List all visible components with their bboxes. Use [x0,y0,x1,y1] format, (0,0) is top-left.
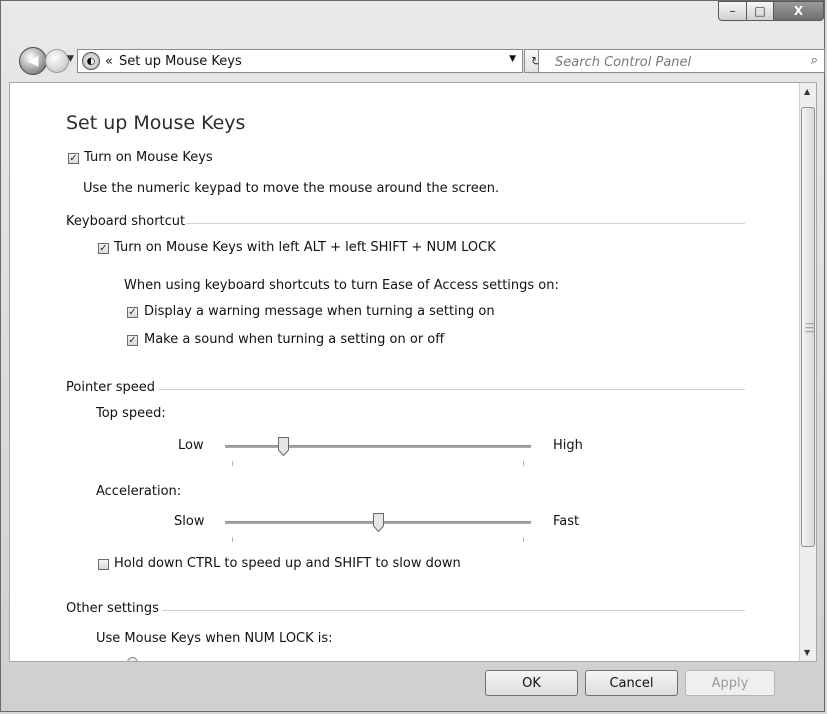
maximize-icon: □ [754,4,766,18]
apply-button[interactable]: Apply [685,670,775,696]
turn-on-mouse-keys-checkbox[interactable]: ✓ [68,153,79,164]
back-arrow-icon: ◀ [27,53,39,69]
slider-tick [232,537,233,542]
scroll-down-icon[interactable]: ▼ [804,648,810,657]
slider-thumb[interactable] [278,437,289,456]
other-settings-heading: Other settings [66,601,159,616]
recent-pages-dropdown-icon[interactable]: ▼ [67,54,74,64]
top-speed-high-label: High [553,438,583,453]
scroll-thumb[interactable]: — — — [801,107,815,547]
search-input[interactable] [553,51,797,73]
ease-of-access-intro: When using keyboard shortcuts to turn Ea… [124,278,559,293]
check-icon: ✓ [128,335,137,346]
vertical-scrollbar[interactable]: ▲ — — — ▼ [799,83,816,661]
section-divider [186,223,745,224]
slider-tick [523,537,524,542]
title-bar: – □ X [1,1,824,39]
minimize-button[interactable]: – [718,1,747,21]
warning-message-checkbox[interactable]: ✓ [127,307,138,318]
shortcut-label[interactable]: Turn on Mouse Keys with left ALT + left … [114,240,496,255]
back-button[interactable]: ◀ [19,47,47,75]
search-icon[interactable]: ⌕ [811,53,818,68]
control-panel-window: – □ X ◀ ▼ ◐ « Set up Mouse Keys ▼ ↻ ⌕ Se… [0,0,825,712]
acceleration-fast-label: Fast [553,514,580,529]
navigation-bar: ◀ ▼ ◐ « Set up Mouse Keys ▼ ↻ ⌕ [1,39,825,79]
numlock-label: Use Mouse Keys when NUM LOCK is: [96,631,333,646]
turn-on-description: Use the numeric keypad to move the mouse… [83,181,500,196]
address-bar[interactable]: ◐ « Set up Mouse Keys ▼ [77,49,523,73]
pointer-speed-heading: Pointer speed [66,380,156,395]
search-box[interactable]: ⌕ [538,49,825,73]
close-icon: X [793,4,804,18]
sound-checkbox[interactable]: ✓ [127,335,138,346]
acceleration-label: Acceleration: [96,484,182,499]
keyboard-shortcut-heading: Keyboard shortcut [66,214,186,229]
check-icon: ✓ [99,243,108,254]
section-divider [158,389,745,390]
sound-label[interactable]: Make a sound when turning a setting on o… [144,332,444,347]
address-dropdown-icon[interactable]: ▼ [509,54,516,64]
grip-icon: — — — [805,319,814,337]
breadcrumb-overflow-icon[interactable]: « [105,54,113,69]
acceleration-slider[interactable] [225,509,531,545]
top-speed-slider[interactable] [225,433,531,469]
hold-ctrl-checkbox[interactable] [98,559,109,570]
scroll-up-icon[interactable]: ▲ [804,87,810,96]
ok-button[interactable]: OK [485,670,578,696]
slider-tick [523,461,524,466]
check-icon: ✓ [128,307,137,318]
minimize-icon: – [729,4,736,18]
top-speed-low-label: Low [178,438,204,453]
top-speed-label: Top speed: [96,406,166,421]
slider-track [225,445,531,448]
page-title: Set up Mouse Keys [66,112,246,134]
maximize-button[interactable]: □ [746,1,774,21]
section-divider [162,610,745,611]
acceleration-slow-label: Slow [174,514,205,529]
breadcrumb-current[interactable]: Set up Mouse Keys [119,54,242,69]
cancel-button[interactable]: Cancel [585,670,678,696]
forward-button[interactable] [45,49,69,73]
slider-tick [232,461,233,466]
shortcut-checkbox[interactable]: ✓ [98,243,109,254]
turn-on-mouse-keys-label[interactable]: Turn on Mouse Keys [84,150,213,165]
close-button[interactable]: X [773,1,824,21]
control-panel-icon: ◐ [82,52,100,70]
dialog-footer: OK Cancel Apply [1,662,824,713]
settings-pane: Set up Mouse Keys ✓ Turn on Mouse Keys U… [9,82,817,662]
warning-message-label[interactable]: Display a warning message when turning a… [144,304,495,319]
slider-thumb[interactable] [373,513,384,532]
check-icon: ✓ [69,153,78,164]
hold-ctrl-label[interactable]: Hold down CTRL to speed up and SHIFT to … [114,556,461,571]
